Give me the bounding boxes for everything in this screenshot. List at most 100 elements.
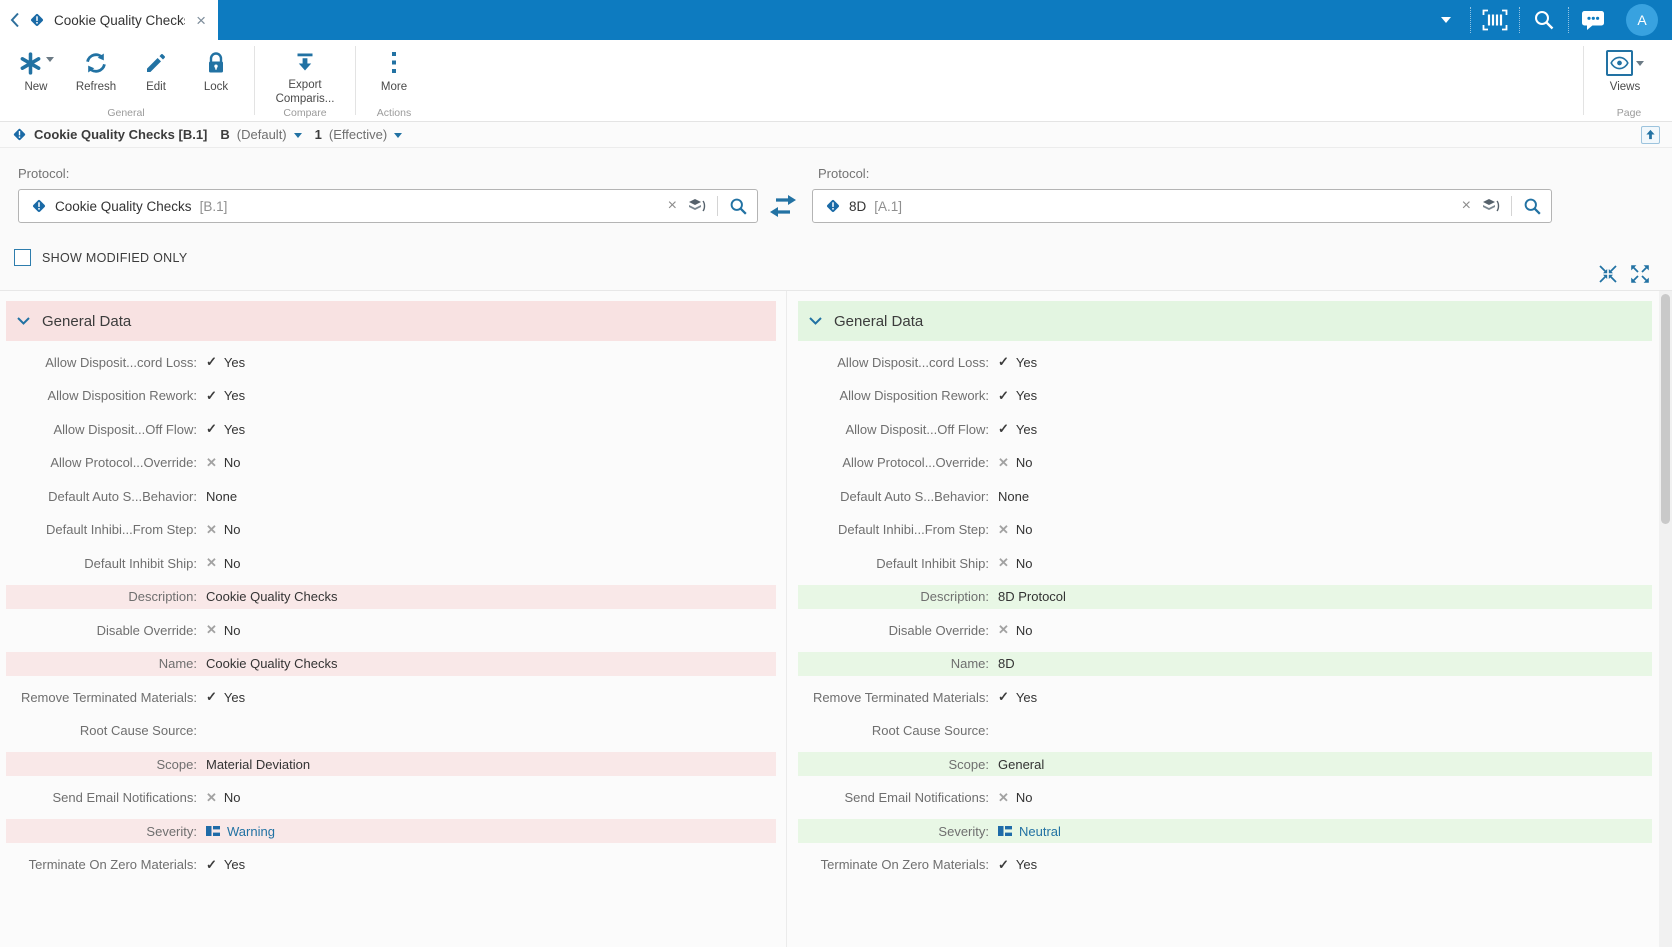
search-icon[interactable]	[729, 197, 748, 216]
row-value: Cookie Quality Checks	[206, 656, 338, 671]
tab-close-icon[interactable]: ×	[194, 12, 208, 29]
row-value-text: No	[223, 455, 241, 470]
row-value: ✕ No	[998, 790, 1033, 806]
table-row: Allow Disposition Rework: ✓ Yes	[6, 384, 776, 408]
refresh-button[interactable]: Refresh	[66, 43, 126, 107]
row-label: Disable Override:	[888, 622, 989, 638]
row-value: Material Deviation	[206, 757, 310, 772]
breadcrumb: Cookie Quality Checks [B.1] B (Default) …	[0, 122, 1672, 148]
scrollbar-thumb[interactable]	[1661, 294, 1670, 524]
table-row: Description: Cookie Quality Checks	[6, 584, 776, 609]
check-icon: ✓	[998, 689, 1009, 704]
row-value: ✕ No	[998, 622, 1033, 638]
row-value-text: None	[206, 488, 238, 504]
active-tab[interactable]: Cookie Quality Checks ×	[0, 0, 218, 40]
row-value-text: Cookie Quality Checks	[206, 589, 338, 604]
lock-icon	[204, 48, 228, 78]
row-value: ✓ Yes	[998, 421, 1037, 437]
severity-link[interactable]: Neutral	[998, 824, 1061, 839]
row-value-text: Yes	[223, 857, 246, 872]
compare-header: Protocol: Protocol: Cookie Quality Check…	[0, 148, 1672, 290]
show-modified-checkbox[interactable]	[14, 249, 31, 266]
table-row: Default Auto S...Behavior: None	[798, 484, 1652, 508]
clear-icon[interactable]: ×	[1462, 198, 1471, 214]
input-separator	[717, 196, 718, 216]
row-label: Default Auto S...Behavior:	[840, 488, 989, 504]
barcode-scanner-icon[interactable]	[1472, 9, 1518, 31]
popout-icon[interactable]	[1641, 125, 1660, 144]
attribute-rows: Allow Disposit...cord Loss: ✓ Yes Allow Dis…	[792, 350, 1658, 877]
row-value-text: No	[1015, 455, 1033, 470]
row-label: Disable Override:	[96, 622, 197, 638]
table-row: Send Email Notifications: ✕ No	[798, 786, 1652, 810]
row-value: ✓ Yes	[206, 421, 245, 437]
edit-button[interactable]: Edit	[126, 43, 186, 107]
lock-button-label: Lock	[203, 81, 229, 93]
more-button[interactable]: More	[364, 43, 424, 107]
row-value: ✕ No	[998, 522, 1033, 538]
clear-icon[interactable]: ×	[668, 198, 677, 214]
search-icon[interactable]	[1523, 197, 1542, 216]
row-value: ✕ No	[206, 790, 241, 806]
value-source-icon[interactable]	[688, 199, 706, 213]
table-row: Send Email Notifications: ✕ No	[6, 786, 776, 810]
attribute-rows: Allow Disposit...cord Loss: ✓ Yes Allow Dis…	[0, 350, 782, 877]
table-row: Disable Override: ✕ No	[798, 618, 1652, 642]
row-label: Send Email Notifications:	[52, 790, 197, 805]
cross-icon: ✕	[998, 521, 1009, 537]
refresh-icon	[83, 48, 109, 78]
section-header-general-data[interactable]: General Data	[798, 301, 1652, 341]
show-modified-label: SHOW MODIFIED ONLY	[42, 250, 188, 265]
collapse-all-icon[interactable]	[1598, 264, 1618, 284]
new-caret-icon[interactable]	[46, 56, 54, 62]
table-row: Remove Terminated Materials: ✓ Yes	[6, 685, 776, 709]
table-row: Allow Disposit...cord Loss: ✓ Yes	[6, 350, 776, 374]
toolbar-group-general: New Refresh Edit Lock General	[0, 40, 252, 121]
row-label: Allow Disposition Rework:	[839, 388, 989, 403]
user-avatar[interactable]: A	[1626, 4, 1658, 36]
severity-link[interactable]: Warning	[206, 824, 275, 839]
toolbar-separator	[254, 46, 255, 115]
row-value-text: Yes	[1015, 421, 1038, 437]
row-label: Allow Disposit...Off Flow:	[845, 421, 989, 437]
breadcrumb-version-label: (Effective)	[328, 127, 388, 142]
left-protocol-input[interactable]: Cookie Quality Checks [B.1] ×	[18, 189, 758, 223]
row-label: Remove Terminated Materials:	[20, 689, 197, 705]
revision-dropdown-icon[interactable]	[293, 133, 302, 138]
search-icon[interactable]	[1521, 9, 1567, 31]
version-dropdown-icon[interactable]	[394, 133, 403, 138]
row-label: Name:	[950, 656, 989, 671]
lock-button[interactable]: Lock	[186, 43, 246, 107]
views-caret-icon[interactable]	[1636, 60, 1644, 66]
table-row: Default Inhibit Ship: ✕ No	[6, 551, 776, 575]
input-separator	[1511, 196, 1512, 216]
row-value: ✓ Yes	[998, 857, 1037, 873]
check-icon: ✓	[206, 689, 217, 704]
row-label: Default Inhibit Ship:	[876, 555, 989, 571]
titlebar-caret-down-icon[interactable]	[1423, 17, 1469, 23]
row-value: ✕ No	[206, 622, 241, 638]
cross-icon: ✕	[998, 555, 1009, 570]
right-protocol-input[interactable]: 8D [A.1] ×	[812, 189, 1552, 223]
views-button[interactable]: Views	[1592, 43, 1658, 107]
group-label-compare: Compare	[283, 107, 327, 119]
protocol-diamond-icon	[825, 198, 841, 214]
row-value: ✓ Yes	[998, 354, 1037, 370]
table-row: Scope: Material Deviation	[6, 752, 776, 776]
value-source-icon[interactable]	[1482, 199, 1500, 213]
right-protocol-revision: [A.1]	[874, 198, 903, 214]
new-button[interactable]: New	[6, 43, 66, 107]
row-label: Default Inhibi...From Step:	[837, 522, 989, 537]
vertical-scrollbar[interactable]	[1659, 291, 1672, 947]
swap-icon[interactable]	[770, 195, 796, 217]
row-value-text: Yes	[223, 354, 246, 370]
back-chevron-icon[interactable]	[10, 12, 20, 28]
export-icon	[293, 48, 317, 76]
export-comparison-button[interactable]: Export Comparis...	[263, 43, 347, 107]
chat-icon[interactable]	[1570, 9, 1616, 31]
section-header-general-data[interactable]: General Data	[6, 301, 776, 341]
cross-icon: ✕	[998, 454, 1009, 470]
check-icon: ✓	[206, 856, 217, 872]
table-row: Terminate On Zero Materials: ✓ Yes	[6, 853, 776, 877]
expand-all-icon[interactable]	[1630, 264, 1650, 284]
